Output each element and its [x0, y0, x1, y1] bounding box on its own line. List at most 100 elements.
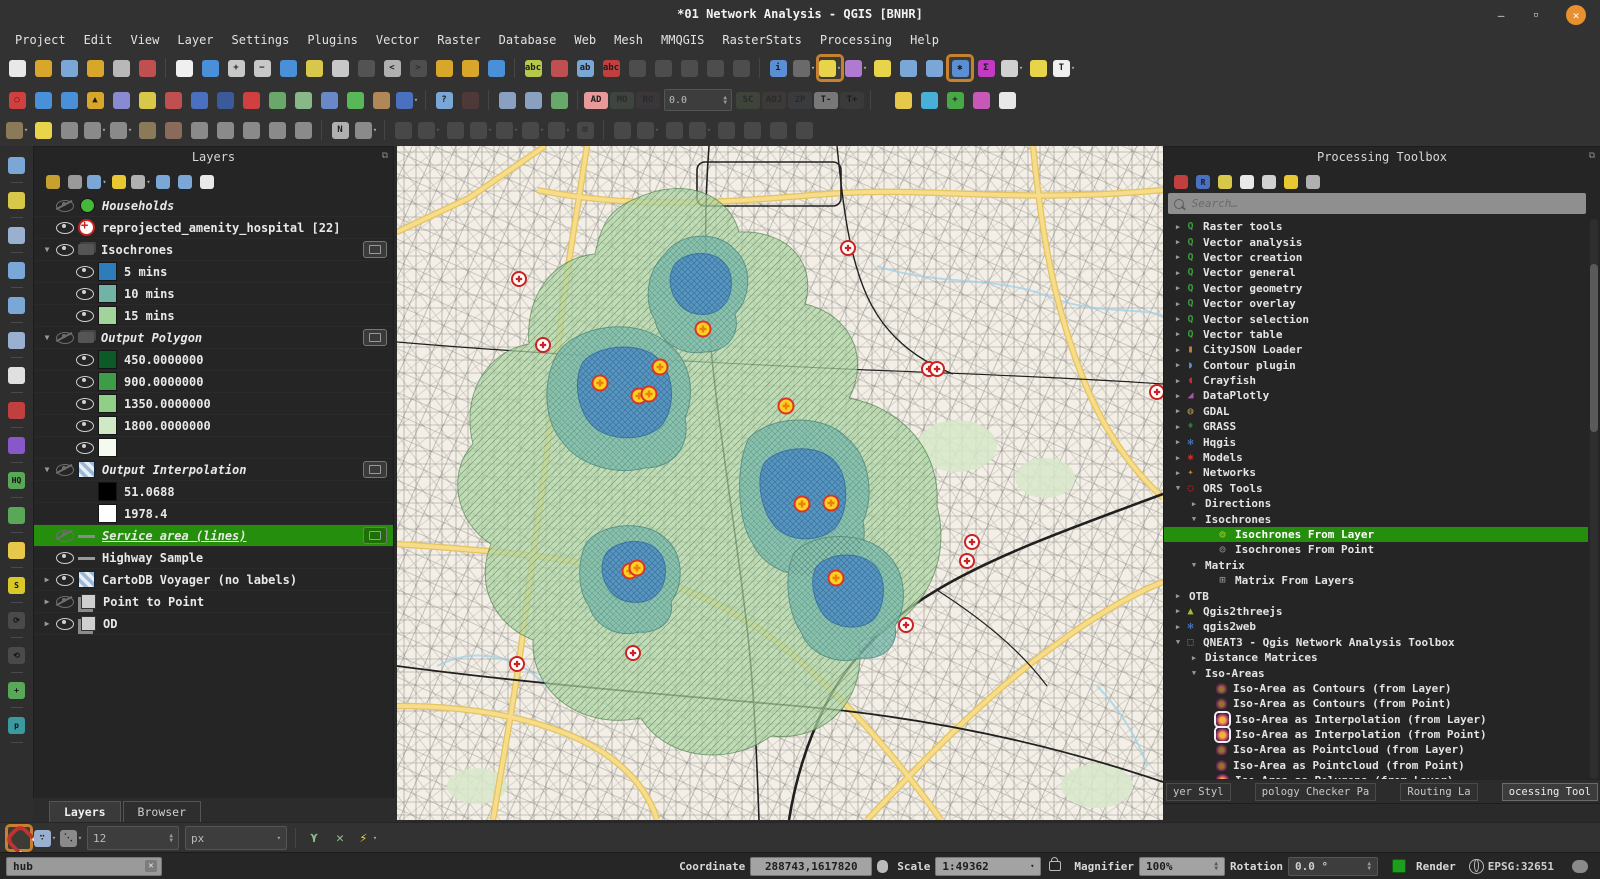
menu-help[interactable]: Help — [901, 31, 948, 49]
expander-icon[interactable]: ▶ — [1172, 438, 1184, 446]
toolbox-item-contour-plugin[interactable]: ▶◗Contour plugin — [1164, 358, 1588, 373]
toolbox-item-iso-area-as-pointcloud-from-point[interactable]: Iso-Area as Pointcloud (from Point) — [1164, 758, 1588, 773]
minimize-button[interactable]: – — [1492, 6, 1510, 24]
layer-row-blank[interactable] — [34, 437, 393, 459]
toolbox-item-distance-matrices[interactable]: ▶Distance Matrices — [1164, 650, 1588, 665]
visibility-icon[interactable] — [76, 310, 94, 322]
contour-blue-icon[interactable] — [317, 88, 341, 112]
menu-view[interactable]: View — [121, 31, 168, 49]
add-group-icon[interactable] — [65, 172, 85, 192]
toolbox-item-qgis2threejs[interactable]: ▶▲Qgis2threejs — [1164, 604, 1588, 619]
expander-icon[interactable]: ▼ — [40, 333, 54, 342]
toolbox-item-vector-geometry[interactable]: ▶QVector geometry — [1164, 281, 1588, 296]
mouse-extent-icon[interactable] — [873, 857, 891, 875]
refresh-map-icon[interactable] — [484, 56, 508, 80]
toolbox-item-directions[interactable]: ▶Directions — [1164, 496, 1588, 511]
expander-icon[interactable]: ▼ — [40, 245, 54, 254]
visibility-off-icon[interactable] — [56, 530, 74, 542]
toolbox-item-dataplotly[interactable]: ▶◢DataPlotly — [1164, 388, 1588, 403]
toolbox-item-matrix[interactable]: ▼Matrix — [1164, 558, 1588, 573]
visibility-icon[interactable] — [76, 376, 94, 388]
layer-row-1978-4[interactable]: 1978.4 — [34, 503, 393, 525]
expander-icon[interactable]: ▶ — [1172, 269, 1184, 277]
attribute-grid-icon[interactable] — [161, 88, 185, 112]
toolbox-item-vector-selection[interactable]: ▶QVector selection — [1164, 311, 1588, 326]
layer-row-isochrones[interactable]: ▼Isochrones — [34, 239, 393, 261]
qgis2threejs-icon[interactable]: ▲ — [83, 88, 107, 112]
layer-row-51-0688[interactable]: 51.0688 — [34, 481, 393, 503]
filter-expression-icon[interactable]: ▾ — [131, 172, 151, 192]
layer-row-households[interactable]: Households — [34, 195, 393, 217]
redo-icon[interactable] — [291, 118, 315, 142]
r-scripts-icon[interactable]: R — [1193, 172, 1213, 192]
expander-icon[interactable]: ▶ — [1172, 346, 1184, 354]
polygon-v-icon[interactable] — [5, 328, 29, 352]
lock-scale-icon[interactable] — [1049, 861, 1061, 871]
expander-icon[interactable]: ▶ — [1172, 377, 1184, 385]
osm-binoculars-icon[interactable] — [109, 88, 133, 112]
python-scripts-icon[interactable] — [1215, 172, 1235, 192]
toolbox-item-iso-area-as-interpolation-from-point[interactable]: Iso-Area as Interpolation (from Point) — [1164, 727, 1588, 742]
scale-combobox[interactable]: 1:49362▾ — [935, 857, 1041, 876]
deselect-features-icon[interactable] — [870, 56, 894, 80]
edit-features-inplace-icon[interactable] — [1281, 172, 1301, 192]
globe-tools-icon[interactable] — [213, 88, 237, 112]
advanced-digitizing-icon[interactable]: N — [328, 118, 352, 142]
t-minus-icon[interactable]: T- — [814, 88, 838, 112]
menu-raster[interactable]: Raster — [428, 31, 489, 49]
visibility-off-icon[interactable] — [56, 332, 74, 344]
toolbox-item-iso-areas[interactable]: ▼Iso-Areas — [1164, 665, 1588, 680]
new-bookmark-icon[interactable] — [458, 56, 482, 80]
select-features-icon[interactable]: ▾ — [818, 56, 842, 80]
add-table-icon[interactable]: + — [943, 88, 967, 112]
ph-flag-icon[interactable] — [5, 398, 29, 422]
label-pin-icon[interactable] — [547, 56, 571, 80]
bottom-dock-tab[interactable]: ocessing Tool — [1502, 783, 1598, 801]
expander-icon[interactable]: ▶ — [40, 597, 54, 606]
python-console-icon[interactable] — [135, 88, 159, 112]
visibility-icon[interactable] — [56, 552, 74, 564]
layer-row-reprojected-amenity-hospital-22[interactable]: reprojected_amenity_hospital [22] — [34, 217, 393, 239]
search-green-icon[interactable] — [5, 503, 29, 527]
open-project-icon[interactable] — [31, 56, 55, 80]
expander-icon[interactable]: ▶ — [1172, 623, 1184, 631]
expander-icon[interactable]: ▼ — [1172, 638, 1184, 646]
layer-row-service-area-lines[interactable]: Service area (lines) — [34, 525, 393, 547]
crs-status[interactable]: EPSG:32651 — [1488, 860, 1554, 873]
zoom-to-selection-icon[interactable] — [302, 56, 326, 80]
toolbox-item-iso-area-as-contours-from-layer[interactable]: Iso-Area as Contours (from Layer) — [1164, 681, 1588, 696]
vector-points-icon[interactable] — [5, 223, 29, 247]
table-sync-icon[interactable] — [547, 88, 571, 112]
help-contents-icon[interactable]: ? — [432, 88, 456, 112]
database-bucket-icon[interactable] — [5, 363, 29, 387]
text-annotation-icon[interactable]: T▾ — [1052, 56, 1076, 80]
toolbox-item-cityjson-loader[interactable]: ▶▮CityJSON Loader — [1164, 342, 1588, 357]
clear-search-icon[interactable]: ✕ — [145, 860, 157, 872]
expander-icon[interactable]: ▶ — [1172, 284, 1184, 292]
paste-features-icon[interactable] — [239, 118, 263, 142]
bottom-dock-tab[interactable]: pology Checker Pa — [1255, 783, 1376, 801]
visibility-icon[interactable] — [56, 244, 74, 256]
save-project-icon[interactable] — [57, 56, 81, 80]
t-plus-icon[interactable]: T+ — [840, 88, 864, 112]
menu-layer[interactable]: Layer — [168, 31, 222, 49]
toolbox-item-grass[interactable]: ▶♦GRASS — [1164, 419, 1588, 434]
zoom-last-icon[interactable]: < — [380, 56, 404, 80]
visibility-icon[interactable] — [76, 420, 94, 432]
expander-icon[interactable]: ▶ — [1172, 592, 1184, 600]
locator-search-box[interactable]: hub ✕ — [6, 857, 162, 876]
layer-row-10-mins[interactable]: 10 mins — [34, 283, 393, 305]
expander-icon[interactable]: ▶ — [1172, 607, 1184, 615]
zoom-full-icon[interactable] — [276, 56, 300, 80]
visibility-icon[interactable] — [76, 442, 94, 454]
map-tips-icon[interactable] — [1026, 56, 1050, 80]
toolbox-item-crayfish[interactable]: ▶◖Crayfish — [1164, 373, 1588, 388]
tracing-bolt-icon[interactable]: ⚡▾ — [354, 826, 378, 850]
visibility-icon[interactable] — [76, 288, 94, 300]
modify-attributes-icon[interactable] — [135, 118, 159, 142]
toolbox-item-otb[interactable]: ▶OTB — [1164, 588, 1588, 603]
hqgis-icon[interactable]: HQ — [5, 468, 29, 492]
messages-icon[interactable] — [1572, 860, 1588, 873]
topology-y-icon[interactable]: ⋎ — [302, 826, 326, 850]
toolbox-item-vector-table[interactable]: ▶QVector table — [1164, 327, 1588, 342]
